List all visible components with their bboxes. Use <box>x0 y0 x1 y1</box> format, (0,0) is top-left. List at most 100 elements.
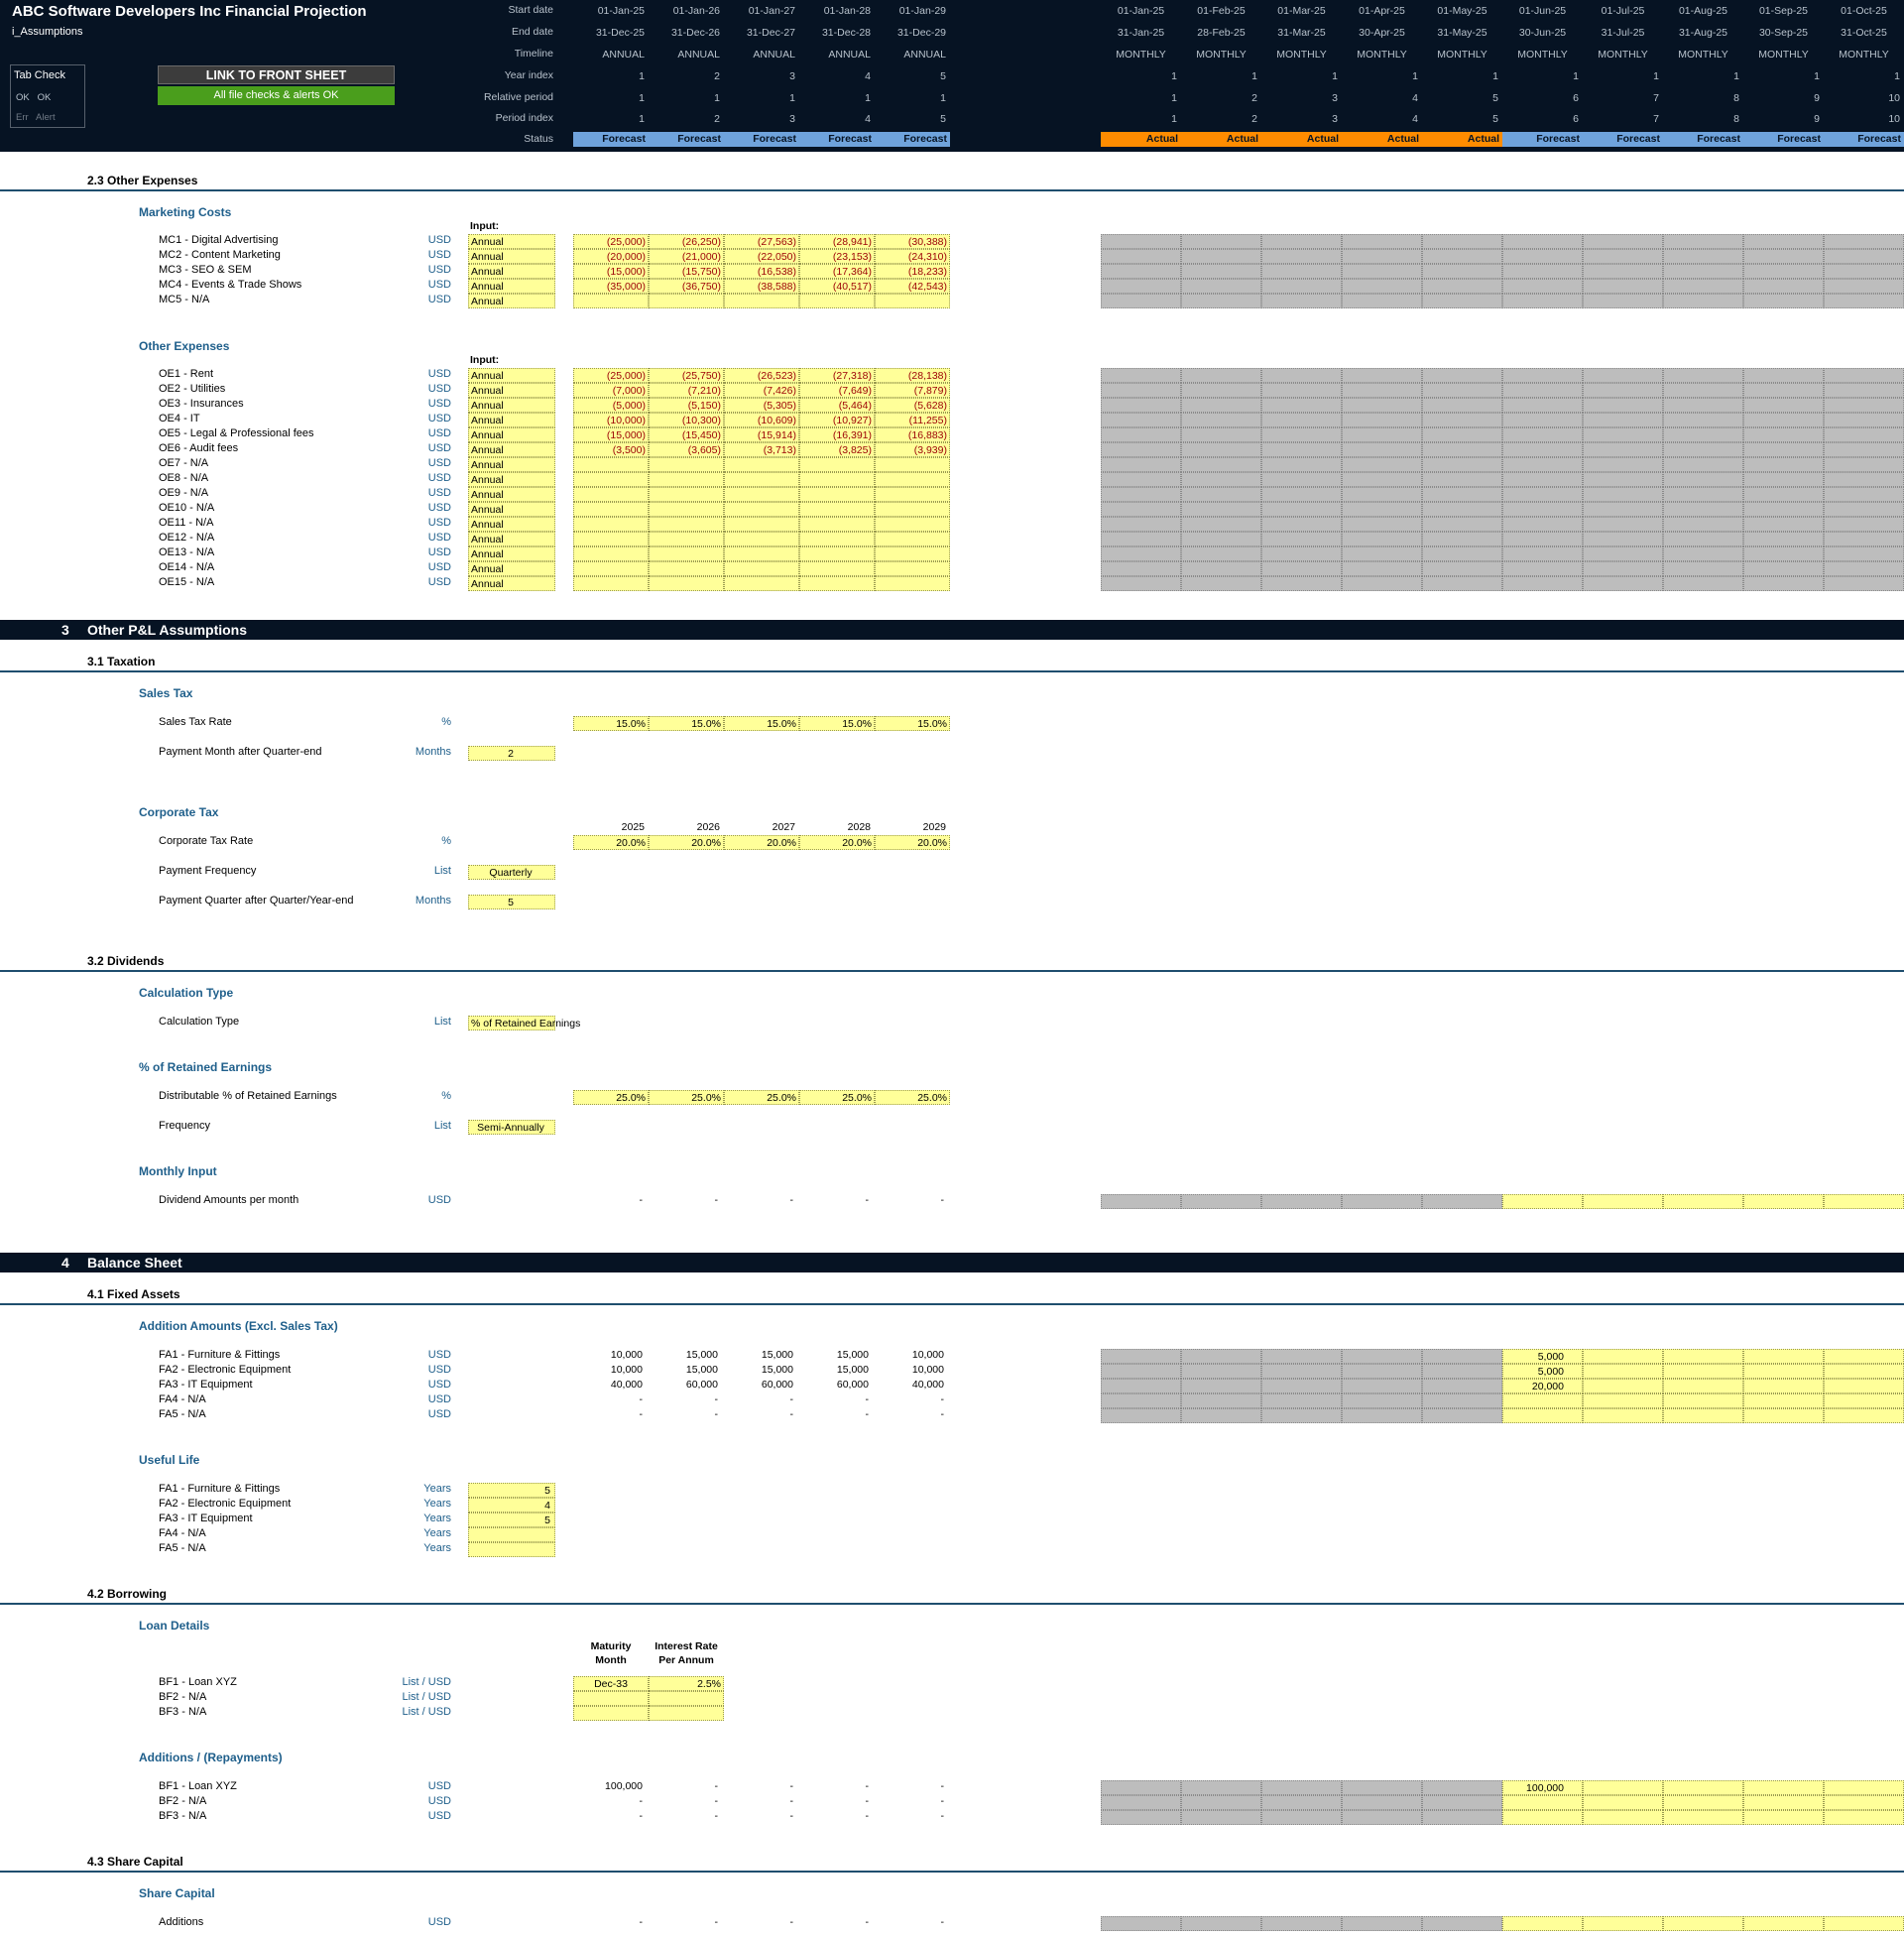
other-expense-annual-value[interactable]: (15,914) <box>724 427 799 442</box>
loan-rate-input[interactable] <box>649 1691 724 1706</box>
marketing-annual-value[interactable]: (35,000) <box>573 279 649 294</box>
fixed-asset-monthly-cell[interactable] <box>1824 1379 1904 1393</box>
other-expense-annual-value[interactable] <box>649 472 724 487</box>
marketing-annual-value[interactable] <box>724 294 799 308</box>
fixed-asset-monthly-cell[interactable] <box>1824 1364 1904 1379</box>
marketing-annual-value[interactable]: (40,517) <box>799 279 875 294</box>
other-expense-row-input-type[interactable]: Annual <box>468 398 555 413</box>
fixed-asset-monthly-cell[interactable] <box>1663 1393 1743 1408</box>
other-expense-annual-value[interactable] <box>799 457 875 472</box>
loan-addition-monthly-cell[interactable] <box>1824 1780 1904 1795</box>
payment-quarter-input[interactable]: 5 <box>468 895 555 909</box>
fixed-asset-monthly-cell[interactable] <box>1583 1349 1663 1364</box>
marketing-annual-value[interactable]: (26,250) <box>649 234 724 249</box>
loan-addition-monthly-cell[interactable]: 100,000 <box>1502 1780 1583 1795</box>
other-expense-annual-value[interactable] <box>724 546 799 561</box>
loan-addition-monthly-cell[interactable] <box>1583 1795 1663 1810</box>
other-expense-annual-value[interactable] <box>573 576 649 591</box>
marketing-row-input-type[interactable]: Annual <box>468 234 555 249</box>
other-expense-annual-value[interactable]: (10,927) <box>799 413 875 427</box>
calculation-type-select[interactable]: % of Retained Earnings <box>468 1016 580 1030</box>
marketing-annual-value[interactable] <box>875 294 950 308</box>
fixed-asset-monthly-cell[interactable] <box>1663 1379 1743 1393</box>
other-expense-row-input-type[interactable]: Annual <box>468 517 555 532</box>
other-expense-row-input-type[interactable]: Annual <box>468 561 555 576</box>
other-expense-annual-value[interactable] <box>875 576 950 591</box>
fixed-asset-monthly-cell[interactable] <box>1663 1349 1743 1364</box>
loan-maturity-input[interactable] <box>573 1706 649 1721</box>
fixed-asset-monthly-cell[interactable]: 20,000 <box>1502 1379 1583 1393</box>
payment-frequency-select[interactable]: Quarterly <box>468 865 555 880</box>
fixed-asset-monthly-cell[interactable] <box>1824 1408 1904 1423</box>
dividend-monthly-cell[interactable] <box>1583 1194 1663 1209</box>
other-expense-row-input-type[interactable]: Annual <box>468 472 555 487</box>
other-expense-annual-value[interactable] <box>649 561 724 576</box>
marketing-annual-value[interactable]: (20,000) <box>573 249 649 264</box>
other-expense-annual-value[interactable]: (28,138) <box>875 368 950 383</box>
other-expense-annual-value[interactable] <box>649 576 724 591</box>
other-expense-row-input-type[interactable]: Annual <box>468 487 555 502</box>
other-expense-annual-value[interactable]: (26,523) <box>724 368 799 383</box>
distributable-pct-value[interactable]: 25.0% <box>649 1090 724 1105</box>
marketing-row-input-type[interactable]: Annual <box>468 294 555 308</box>
marketing-row-input-type[interactable]: Annual <box>468 249 555 264</box>
other-expense-annual-value[interactable] <box>573 502 649 517</box>
dividend-monthly-cell[interactable] <box>1743 1194 1824 1209</box>
other-expense-annual-value[interactable]: (3,713) <box>724 442 799 457</box>
dividend-monthly-cell[interactable] <box>1663 1194 1743 1209</box>
other-expense-annual-value[interactable]: (25,750) <box>649 368 724 383</box>
corporate-tax-rate-value[interactable]: 20.0% <box>724 835 799 850</box>
distributable-pct-value[interactable]: 25.0% <box>724 1090 799 1105</box>
useful-life-input[interactable]: 5 <box>468 1483 555 1498</box>
marketing-annual-value[interactable]: (27,563) <box>724 234 799 249</box>
loan-addition-monthly-cell[interactable] <box>1663 1810 1743 1825</box>
loan-rate-input[interactable] <box>649 1706 724 1721</box>
marketing-annual-value[interactable] <box>573 294 649 308</box>
loan-addition-monthly-cell[interactable] <box>1743 1795 1824 1810</box>
loan-addition-monthly-cell[interactable] <box>1824 1810 1904 1825</box>
other-expense-annual-value[interactable]: (7,649) <box>799 383 875 398</box>
sales-tax-rate-value[interactable]: 15.0% <box>573 716 649 731</box>
other-expense-annual-value[interactable] <box>724 457 799 472</box>
marketing-annual-value[interactable]: (17,364) <box>799 264 875 279</box>
useful-life-input[interactable] <box>468 1527 555 1542</box>
other-expense-row-input-type[interactable]: Annual <box>468 502 555 517</box>
other-expense-annual-value[interactable]: (7,210) <box>649 383 724 398</box>
other-expense-row-input-type[interactable]: Annual <box>468 427 555 442</box>
share-capital-monthly-cell[interactable] <box>1824 1916 1904 1931</box>
fixed-asset-monthly-cell[interactable] <box>1824 1393 1904 1408</box>
share-capital-monthly-cell[interactable] <box>1502 1916 1583 1931</box>
other-expense-annual-value[interactable] <box>724 502 799 517</box>
other-expense-annual-value[interactable]: (3,605) <box>649 442 724 457</box>
marketing-annual-value[interactable] <box>649 294 724 308</box>
other-expense-annual-value[interactable]: (15,000) <box>573 427 649 442</box>
fixed-asset-monthly-cell[interactable] <box>1743 1408 1824 1423</box>
other-expense-annual-value[interactable]: (27,318) <box>799 368 875 383</box>
other-expense-annual-value[interactable] <box>649 546 724 561</box>
sales-tax-rate-value[interactable]: 15.0% <box>799 716 875 731</box>
other-expense-annual-value[interactable] <box>875 517 950 532</box>
other-expense-annual-value[interactable]: (3,939) <box>875 442 950 457</box>
marketing-annual-value[interactable]: (36,750) <box>649 279 724 294</box>
loan-addition-monthly-cell[interactable] <box>1502 1795 1583 1810</box>
marketing-annual-value[interactable]: (16,538) <box>724 264 799 279</box>
fixed-asset-monthly-cell[interactable] <box>1743 1379 1824 1393</box>
fixed-asset-monthly-cell[interactable] <box>1583 1408 1663 1423</box>
sales-tax-rate-value[interactable]: 15.0% <box>649 716 724 731</box>
other-expense-annual-value[interactable] <box>799 546 875 561</box>
loan-maturity-input[interactable]: Dec-33 <box>573 1676 649 1691</box>
loan-addition-monthly-cell[interactable] <box>1663 1795 1743 1810</box>
dividend-monthly-cell[interactable] <box>1502 1194 1583 1209</box>
other-expense-annual-value[interactable] <box>799 561 875 576</box>
dividend-frequency-select[interactable]: Semi-Annually <box>468 1120 555 1135</box>
marketing-annual-value[interactable]: (23,153) <box>799 249 875 264</box>
loan-addition-monthly-cell[interactable] <box>1743 1780 1824 1795</box>
other-expense-annual-value[interactable] <box>573 457 649 472</box>
share-capital-monthly-cell[interactable] <box>1743 1916 1824 1931</box>
other-expense-annual-value[interactable] <box>875 487 950 502</box>
other-expense-annual-value[interactable] <box>649 517 724 532</box>
useful-life-input[interactable] <box>468 1542 555 1557</box>
other-expense-annual-value[interactable] <box>573 517 649 532</box>
other-expense-row-input-type[interactable]: Annual <box>468 532 555 546</box>
marketing-annual-value[interactable]: (18,233) <box>875 264 950 279</box>
